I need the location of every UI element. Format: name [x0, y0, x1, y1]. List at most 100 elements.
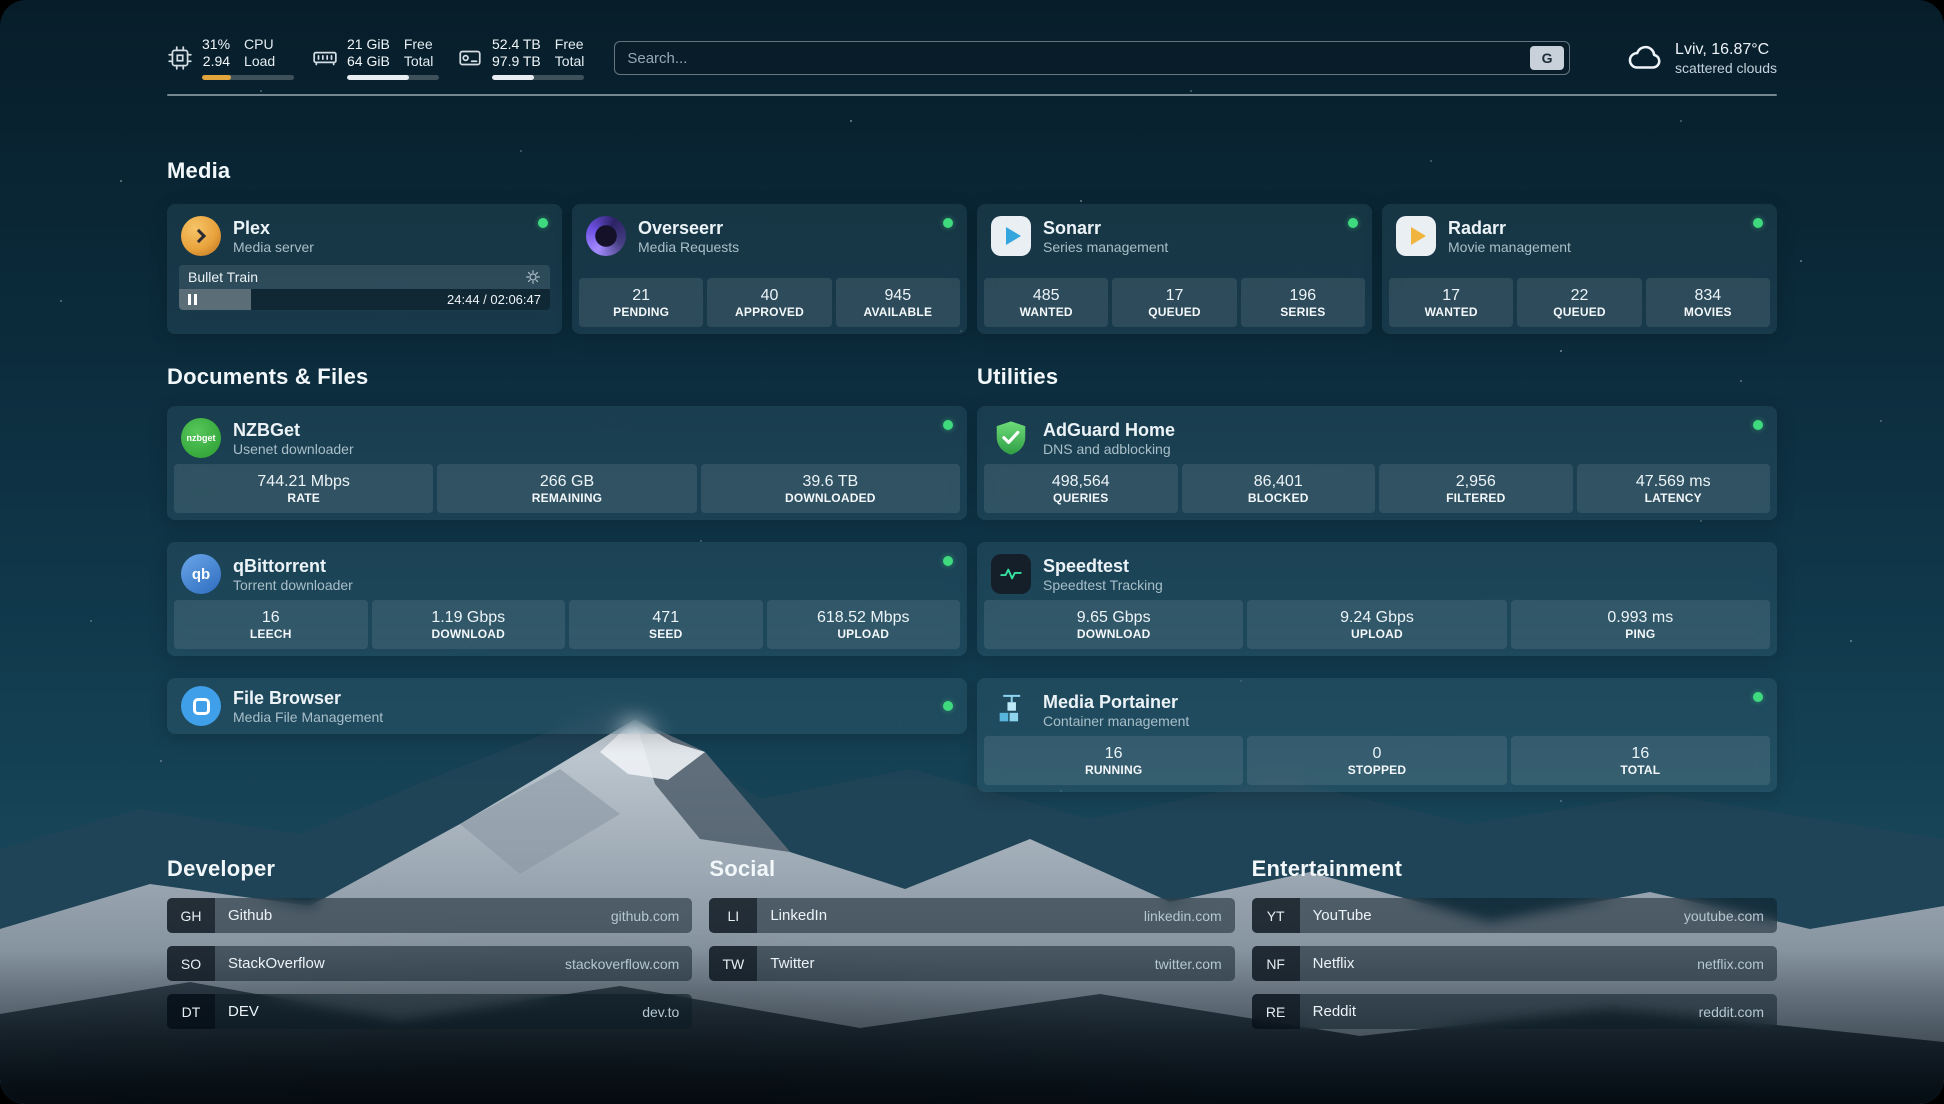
- memory-free-label: Free: [404, 36, 434, 53]
- stat-value: 17: [1391, 286, 1511, 305]
- cpu-load-label: Load: [244, 53, 275, 70]
- utilities-section-title: Utilities: [977, 364, 1777, 390]
- service-subtitle: Media File Management: [233, 709, 383, 726]
- status-dot: [1753, 420, 1763, 430]
- stat-value: 834: [1648, 286, 1768, 305]
- stat-label: DOWNLOADED: [703, 491, 958, 506]
- cpu-load-value: 2.94: [203, 53, 230, 70]
- service-name: Sonarr: [1043, 217, 1168, 239]
- search-provider-button[interactable]: G: [1530, 46, 1564, 70]
- service-name: Speedtest: [1043, 555, 1163, 577]
- portainer-crane-icon: [991, 690, 1031, 730]
- stat-upload: 618.52 Mbps UPLOAD: [767, 600, 961, 649]
- developer-section-title: Developer: [167, 856, 692, 882]
- service-card-overseerr[interactable]: Overseerr Media Requests 21 PENDING 40 A…: [572, 204, 967, 334]
- service-subtitle: Series management: [1043, 239, 1168, 256]
- status-dot: [943, 218, 953, 228]
- stat-movies: 834 MOVIES: [1646, 278, 1770, 327]
- service-card-speedtest[interactable]: Speedtest Speedtest Tracking 9.65 Gbps D…: [977, 542, 1777, 656]
- service-name: AdGuard Home: [1043, 419, 1175, 441]
- bookmark-name: StackOverflow: [215, 955, 325, 972]
- service-stats: 16 RUNNING 0 STOPPED 16 TOTAL: [977, 736, 1777, 792]
- bookmark-url: reddit.com: [1699, 1004, 1777, 1020]
- bookmark-abbr: RE: [1252, 994, 1300, 1029]
- stat-value: 266 GB: [439, 472, 694, 491]
- stat-label: BLOCKED: [1184, 491, 1374, 506]
- service-subtitle: Usenet downloader: [233, 441, 354, 458]
- memory-widget-body: 21 GiB 64 GiB Free Total: [347, 36, 439, 80]
- stat-series: 196 SERIES: [1241, 278, 1365, 327]
- bookmark-netflix[interactable]: NF Netflix netflix.com: [1252, 946, 1777, 981]
- service-card-radarr[interactable]: Radarr Movie management 17 WANTED 22 QUE…: [1382, 204, 1777, 334]
- stat-download: 1.19 Gbps DOWNLOAD: [372, 600, 566, 649]
- stat-ping: 0.993 ms PING: [1511, 600, 1770, 649]
- service-name: Plex: [233, 217, 314, 239]
- stat-wanted: 485 WANTED: [984, 278, 1108, 327]
- stat-label: WANTED: [1391, 305, 1511, 320]
- stat-label: LEECH: [176, 627, 366, 642]
- service-name: Overseerr: [638, 217, 739, 239]
- bookmark-dev[interactable]: DT DEV dev.to: [167, 994, 692, 1029]
- stat-upload: 9.24 Gbps UPLOAD: [1247, 600, 1506, 649]
- bookmark-url: youtube.com: [1684, 908, 1777, 924]
- stat-seed: 471 SEED: [569, 600, 763, 649]
- bookmark-twitter[interactable]: TW Twitter twitter.com: [709, 946, 1234, 981]
- entertainment-section-title: Entertainment: [1252, 856, 1777, 882]
- nzbget-icon: nzbget: [181, 418, 221, 458]
- settings-gear-icon[interactable]: [525, 269, 541, 285]
- service-subtitle: Media Requests: [638, 239, 739, 256]
- bookmark-stackoverflow[interactable]: SO StackOverflow stackoverflow.com: [167, 946, 692, 981]
- bookmark-name: Github: [215, 907, 272, 924]
- stat-blocked: 86,401 BLOCKED: [1182, 464, 1376, 513]
- stat-remaining: 266 GB REMAINING: [437, 464, 696, 513]
- disk-free-value: 52.4 TB: [492, 36, 541, 53]
- service-name: File Browser: [233, 687, 383, 709]
- service-card-qbittorrent[interactable]: qb qBittorrent Torrent downloader 16 LEE…: [167, 542, 967, 656]
- service-card-adguard[interactable]: AdGuard Home DNS and adblocking 498,564 …: [977, 406, 1777, 520]
- bookmark-abbr: DT: [167, 994, 215, 1029]
- stat-value: 485: [986, 286, 1106, 305]
- adguard-shield-icon: [991, 418, 1031, 458]
- service-card-portainer[interactable]: Media Portainer Container management 16 …: [977, 678, 1777, 792]
- bookmark-youtube[interactable]: YT YouTube youtube.com: [1252, 898, 1777, 933]
- cpu-chip-icon: [167, 45, 193, 71]
- bookmark-reddit[interactable]: RE Reddit reddit.com: [1252, 994, 1777, 1029]
- disk-widget: 52.4 TB 97.9 TB Free Total: [457, 36, 584, 80]
- service-card-nzbget[interactable]: nzbget NZBGet Usenet downloader 744.21 M…: [167, 406, 967, 520]
- stat-value: 86,401: [1184, 472, 1374, 491]
- overseerr-icon: [586, 216, 626, 256]
- search-input[interactable]: [627, 50, 1530, 67]
- status-dot: [943, 420, 953, 430]
- playback-time: 24:44 / 02:06:47: [447, 292, 541, 307]
- bookmark-url: twitter.com: [1155, 956, 1235, 972]
- stat-wanted: 17 WANTED: [1389, 278, 1513, 327]
- service-subtitle: Movie management: [1448, 239, 1571, 256]
- service-stats: 17 WANTED 22 QUEUED 834 MOVIES: [1382, 278, 1777, 334]
- bookmark-github[interactable]: GH Github github.com: [167, 898, 692, 933]
- service-card-sonarr[interactable]: Sonarr Series management 485 WANTED 17 Q…: [977, 204, 1372, 334]
- bookmark-url: stackoverflow.com: [565, 956, 692, 972]
- weather-text: Lviv, 16.87°C scattered clouds: [1675, 40, 1777, 77]
- bookmark-url: dev.to: [642, 1004, 692, 1020]
- radarr-icon: [1396, 216, 1436, 256]
- service-subtitle: DNS and adblocking: [1043, 441, 1175, 458]
- stat-value: 471: [571, 608, 761, 627]
- stat-label: SERIES: [1243, 305, 1363, 320]
- bookmark-url: linkedin.com: [1144, 908, 1235, 924]
- search-bar[interactable]: G: [614, 41, 1570, 75]
- stat-download: 9.65 Gbps DOWNLOAD: [984, 600, 1243, 649]
- service-card-plex[interactable]: Plex Media server Bullet Train: [167, 204, 562, 334]
- bookmark-name: DEV: [215, 1003, 259, 1020]
- stat-label: RATE: [176, 491, 431, 506]
- bookmark-linkedin[interactable]: LI LinkedIn linkedin.com: [709, 898, 1234, 933]
- stat-stopped: 0 STOPPED: [1247, 736, 1506, 785]
- cpu-widget: 31% 2.94 CPU Load: [167, 36, 294, 80]
- stat-value: 47.569 ms: [1579, 472, 1769, 491]
- service-card-filebrowser[interactable]: File Browser Media File Management: [167, 678, 967, 734]
- stat-value: 945: [838, 286, 958, 305]
- disk-usage-bar-fill: [492, 75, 534, 80]
- stat-label: FILTERED: [1381, 491, 1571, 506]
- bookmark-url: github.com: [611, 908, 692, 924]
- service-stats: 744.21 Mbps RATE 266 GB REMAINING 39.6 T…: [167, 464, 967, 520]
- bookmark-abbr: NF: [1252, 946, 1300, 981]
